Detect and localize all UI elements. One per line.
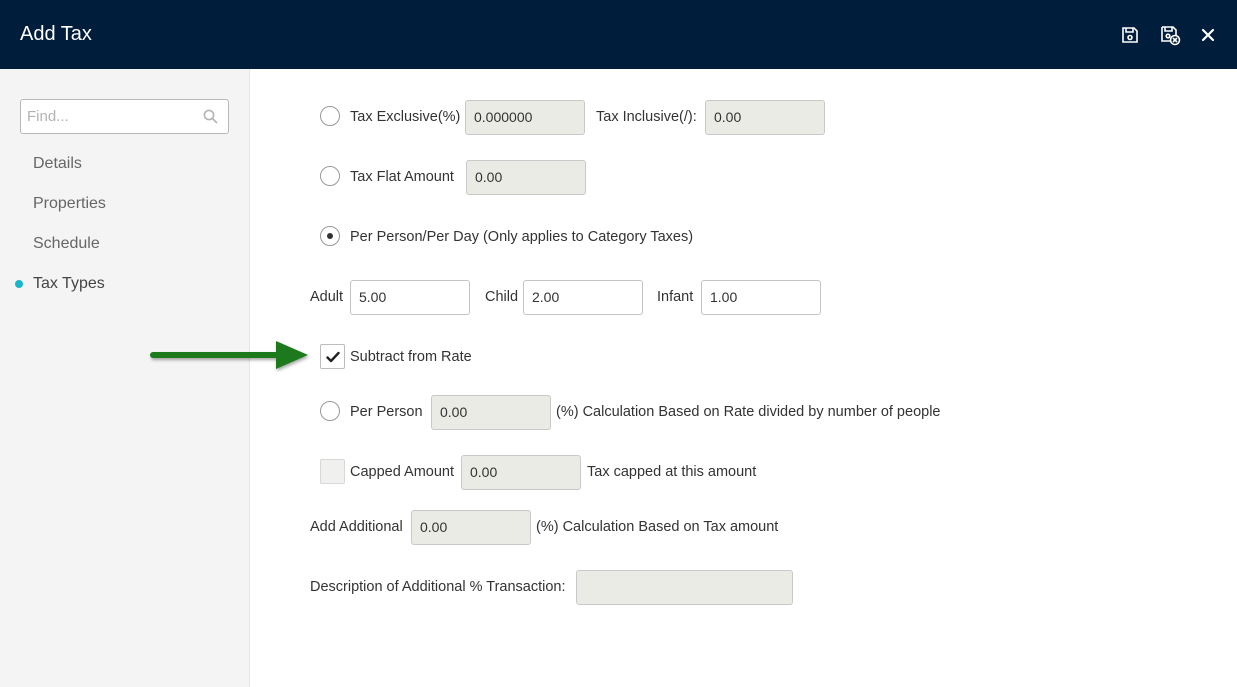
search-icon[interactable] [203, 109, 218, 124]
description-additional-label: Description of Additional % Transaction: [310, 579, 566, 595]
search-box [20, 99, 229, 134]
add-additional-label: Add Additional [310, 519, 403, 535]
save-and-close-button[interactable] [1159, 24, 1181, 46]
capped-amount-checkbox[interactable] [320, 459, 345, 484]
sidebar-item-properties[interactable]: Properties [33, 193, 106, 215]
description-additional-field[interactable] [576, 570, 793, 605]
checkmark-icon [326, 351, 340, 363]
per-person-field[interactable]: 0.00 [431, 395, 551, 430]
capped-amount-description: Tax capped at this amount [587, 464, 757, 480]
child-field[interactable]: 2.00 [523, 280, 643, 315]
tax-inclusive-label: Tax Inclusive(/): [596, 109, 697, 125]
close-icon [1201, 28, 1215, 42]
tax-flat-amount-radio[interactable] [320, 166, 340, 186]
tax-flat-amount-label: Tax Flat Amount [350, 169, 454, 185]
sidebar-item-details[interactable]: Details [33, 153, 82, 175]
arrow-annotation-icon [150, 341, 308, 369]
infant-field[interactable]: 1.00 [701, 280, 821, 315]
per-person-label: Per Person [350, 404, 423, 420]
adult-field[interactable]: 5.00 [350, 280, 470, 315]
tax-flat-amount-field[interactable]: 0.00 [466, 160, 586, 195]
subtract-from-rate-label: Subtract from Rate [350, 349, 472, 365]
close-button[interactable] [1197, 24, 1219, 46]
subtract-from-rate-checkbox[interactable] [320, 344, 345, 369]
save-icon [1122, 27, 1138, 43]
sidebar-item-schedule[interactable]: Schedule [33, 233, 100, 255]
tax-exclusive-label: Tax Exclusive(%) [350, 109, 461, 125]
add-additional-field[interactable]: 0.00 [411, 510, 531, 545]
add-additional-description: (%) Calculation Based on Tax amount [536, 519, 779, 535]
per-person-radio[interactable] [320, 401, 340, 421]
tax-inclusive-field[interactable]: 0.00 [705, 100, 825, 135]
per-person-description: (%) Calculation Based on Rate divided by… [556, 404, 941, 420]
capped-amount-label: Capped Amount [350, 464, 454, 480]
sidebar: Details Properties Schedule Tax Types [0, 69, 250, 687]
dialog-title: Add Tax [20, 23, 92, 45]
per-person-per-day-radio[interactable] [320, 226, 340, 246]
adult-label: Adult [310, 289, 344, 305]
active-indicator-dot [15, 280, 23, 288]
tax-exclusive-field[interactable]: 0.000000 [465, 100, 585, 135]
per-person-per-day-label: Per Person/Per Day (Only applies to Cate… [350, 229, 694, 245]
child-label: Child [485, 289, 519, 305]
sidebar-item-tax-types[interactable]: Tax Types [33, 273, 105, 295]
save-button[interactable] [1119, 24, 1141, 46]
save-close-icon [1161, 26, 1181, 46]
title-bar: Add Tax [0, 0, 1237, 69]
infant-label: Infant [657, 289, 694, 305]
tax-exclusive-radio[interactable] [320, 106, 340, 126]
capped-amount-field[interactable]: 0.00 [461, 455, 581, 490]
search-input[interactable] [21, 100, 201, 133]
